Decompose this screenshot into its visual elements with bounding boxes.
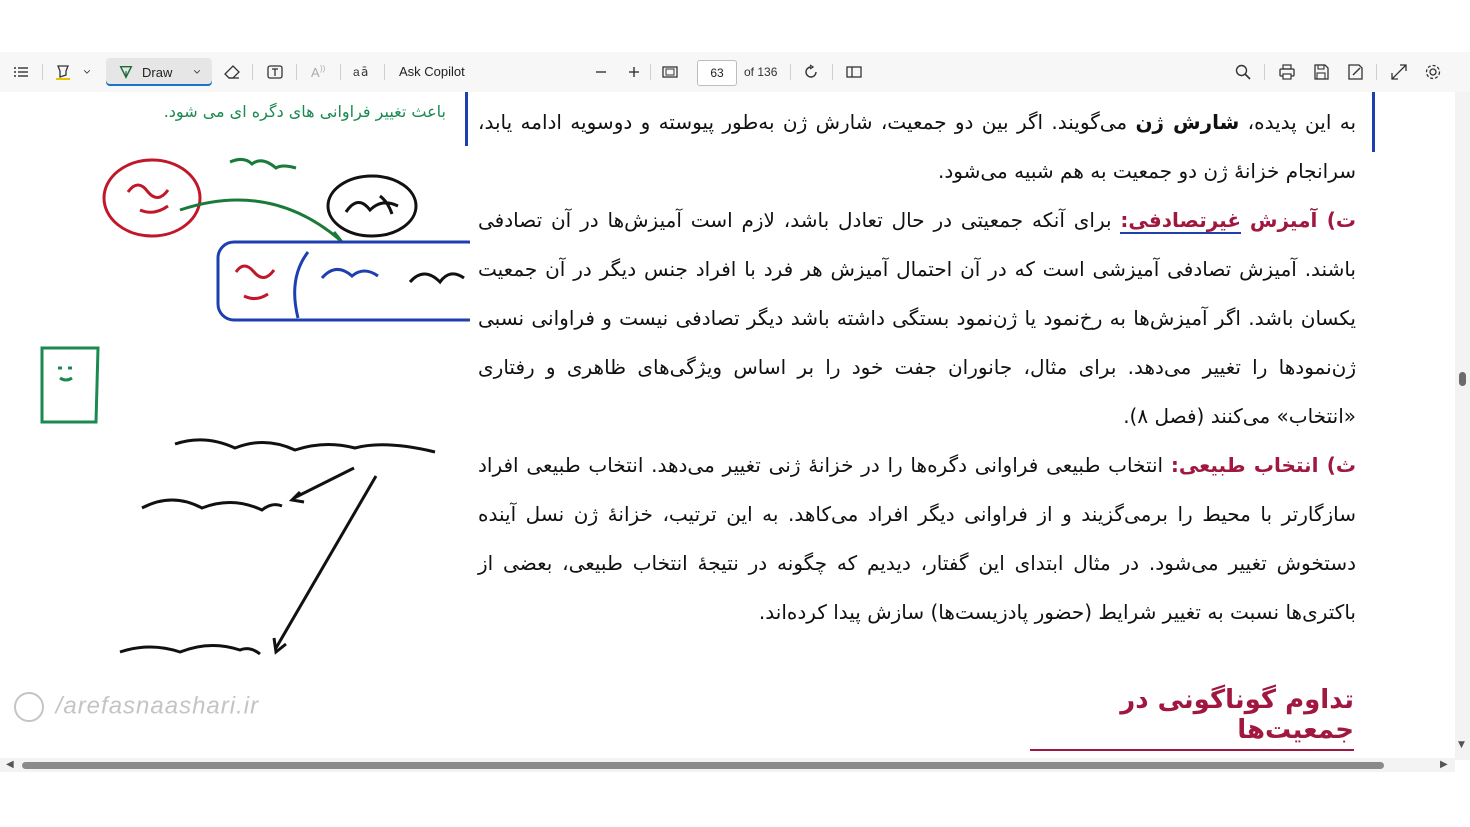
draw-chevron-down-icon[interactable] — [192, 67, 202, 77]
read-aloud-icon[interactable]: A)) — [304, 52, 332, 92]
ink-black-circle — [326, 174, 418, 238]
rotate-icon[interactable] — [798, 52, 824, 92]
highlight-chevron-down-icon[interactable] — [78, 52, 96, 92]
svg-text:ā: ā — [361, 65, 368, 79]
svg-text:A: A — [311, 65, 320, 80]
vertical-scrollbar[interactable] — [1455, 92, 1470, 760]
ink-black-notes — [119, 438, 436, 656]
eraser-icon[interactable] — [220, 52, 244, 92]
scroll-down-arrow-icon[interactable]: ▼ — [1458, 740, 1465, 750]
save-icon[interactable] — [1308, 52, 1334, 92]
draw-label: Draw — [142, 64, 173, 80]
save-as-icon[interactable] — [1342, 52, 1368, 92]
horizontal-scroll-thumb[interactable] — [22, 762, 1384, 769]
page-total-label: of 136 — [744, 65, 778, 79]
vertical-scroll-thumb[interactable] — [1459, 372, 1466, 386]
horizontal-scrollbar[interactable] — [0, 758, 1455, 772]
draw-button[interactable]: Draw — [106, 58, 212, 86]
ink-green-box — [40, 346, 100, 424]
paragraph-natural-selection: ث) انتخاب طبیعی: انتخاب طبیعی فراوانی دگ… — [478, 441, 1356, 637]
svg-text:)): )) — [320, 64, 326, 73]
para2-body: برای آنکه جمعیتی در حال تعادل باشد، لازم… — [478, 208, 1356, 428]
page-number-input[interactable]: 63 — [697, 60, 737, 86]
full-screen-icon[interactable] — [1386, 52, 1412, 92]
ask-copilot-button[interactable]: Ask Copilot — [399, 52, 465, 92]
heading-nonrandom-mating-a: ت) آمیزش — [1249, 208, 1357, 232]
fit-page-icon[interactable] — [658, 52, 682, 92]
zoom-out-icon[interactable] — [590, 52, 612, 92]
annotation-margin-line — [1372, 92, 1375, 152]
text-box-icon[interactable] — [262, 52, 288, 92]
draw-pen-icon — [118, 64, 134, 80]
pdf-page: باعث تغییر فراوانی های دگره ای می شود. ب… — [0, 92, 1455, 758]
highlight-icon[interactable] — [50, 52, 76, 92]
svg-text:a: a — [353, 65, 360, 79]
scroll-right-arrow-icon[interactable]: ▶ — [1440, 758, 1448, 772]
para3-body: انتخاب طبیعی فراوانی دگره‌ها را در خزانه… — [478, 453, 1356, 624]
settings-gear-icon[interactable] — [1420, 52, 1446, 92]
paragraph-nonrandom-mating: ت) آمیزش غیرتصادفی: برای آنکه جمعیتی در … — [478, 196, 1356, 441]
translate-icon[interactable]: aā — [348, 52, 376, 92]
term-gene-flow: شارش ژن — [1135, 110, 1240, 134]
search-icon[interactable] — [1230, 52, 1256, 92]
pdf-toolbar: Draw A)) aā Ask Copilot 63 of 136 — [0, 52, 1470, 93]
ink-blue-box — [216, 240, 470, 322]
section-title: تداوم گوناگونی در جمعیت‌ها — [1030, 685, 1354, 751]
paragraph-gene-flow: به این پدیده، شارش ژن می‌گویند. اگر بین … — [478, 98, 1356, 196]
heading-nonrandom-mating-b: غیرتصادفی: — [1120, 208, 1242, 234]
ink-green-arrow — [179, 157, 346, 244]
heading-natural-selection: ث) انتخاب طبیعی: — [1170, 453, 1356, 477]
contents-icon[interactable] — [8, 52, 34, 92]
page-view-icon[interactable] — [840, 52, 868, 92]
text-column: به این پدیده، شارش ژن می‌گویند. اگر بین … — [478, 98, 1356, 637]
para1-text-a: به این پدیده، — [1247, 110, 1357, 134]
print-icon[interactable] — [1274, 52, 1300, 92]
scroll-left-arrow-icon[interactable]: ◀ — [6, 758, 14, 772]
ink-annotations — [40, 157, 470, 656]
ink-red-circle — [102, 158, 202, 238]
zoom-in-icon[interactable] — [623, 52, 645, 92]
